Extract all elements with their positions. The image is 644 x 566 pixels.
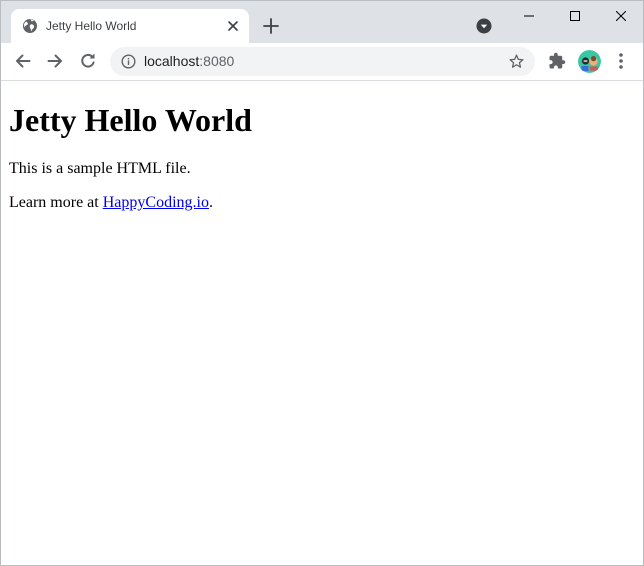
learn-more-paragraph: Learn more at HappyCoding.io. <box>9 194 213 212</box>
minimize-icon <box>524 15 534 17</box>
tab-search-icon[interactable] <box>476 18 492 34</box>
tab-title: Jetty Hello World <box>46 19 137 33</box>
close-window-button[interactable] <box>598 1 643 31</box>
close-icon <box>616 11 626 21</box>
toolbar: localhost:8080 <box>1 43 643 81</box>
reload-icon[interactable] <box>78 51 98 71</box>
avatar-image <box>578 50 601 73</box>
learn-more-suffix: . <box>208 194 213 211</box>
browser-window: Jetty Hello World localhost:8080 Jetty H… <box>0 0 644 566</box>
learn-more-prefix: Learn more at <box>9 194 103 211</box>
tab-strip: Jetty Hello World <box>1 1 643 43</box>
page-content: Jetty Hello World This is a sample HTML … <box>1 81 643 565</box>
close-tab-icon[interactable] <box>226 19 240 33</box>
maximize-button[interactable] <box>552 1 598 31</box>
back-arrow-icon[interactable] <box>13 51 33 71</box>
new-tab-icon[interactable] <box>260 15 282 37</box>
url-port: :8080 <box>199 53 235 69</box>
tab-active[interactable]: Jetty Hello World <box>11 9 249 43</box>
url-host: localhost <box>144 53 200 69</box>
happycoding-link[interactable]: HappyCoding.io <box>103 194 209 211</box>
bookmark-star-icon[interactable] <box>508 53 525 70</box>
more-menu-icon[interactable] <box>613 52 629 70</box>
extensions-puzzle-icon[interactable] <box>548 52 566 70</box>
address-bar[interactable]: localhost:8080 <box>110 47 535 76</box>
minimize-button[interactable] <box>506 1 552 31</box>
globe-icon <box>23 19 37 33</box>
info-icon[interactable] <box>121 54 136 69</box>
forward-arrow-icon[interactable] <box>45 51 65 71</box>
maximize-icon <box>570 11 580 21</box>
profile-avatar[interactable] <box>578 50 601 73</box>
page-heading: Jetty Hello World <box>9 102 252 138</box>
url-text[interactable]: localhost:8080 <box>144 53 234 69</box>
intro-paragraph: This is a sample HTML file. <box>9 160 191 177</box>
